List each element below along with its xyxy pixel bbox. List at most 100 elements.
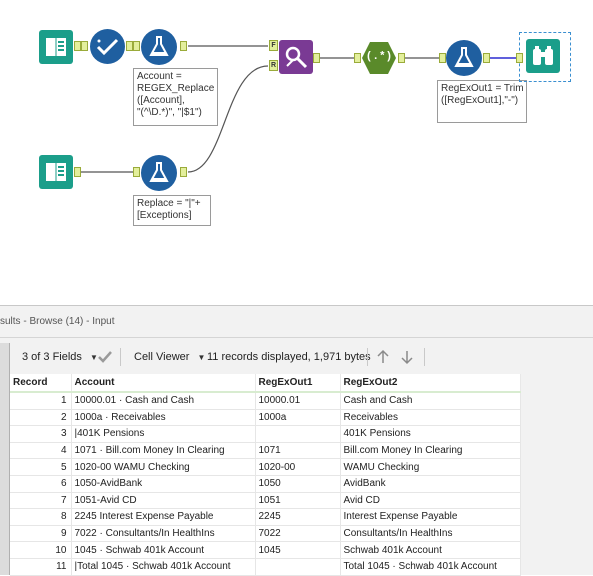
formula-tool-input-anchor[interactable] <box>133 41 140 51</box>
account-cell[interactable]: 1000a · Receivables <box>71 409 256 427</box>
account-cell[interactable]: 2245 Interest Expense Payable <box>71 508 256 526</box>
formula-annotation-trim: RegExOut1 = Trim ([RegExOut1],"-") <box>437 80 527 123</box>
record-cell[interactable]: 2 <box>10 409 72 427</box>
regexout2-cell[interactable]: Interest Expense Payable <box>340 508 521 526</box>
scroll-down-button[interactable] <box>400 344 414 370</box>
results-side-strip[interactable] <box>0 343 10 575</box>
annotation-line: RegExOut1 = Trim <box>441 83 524 94</box>
find-anchor[interactable]: F <box>269 40 278 51</box>
formula-tool-2-output-anchor[interactable] <box>180 167 187 177</box>
regexout2-cell[interactable]: Total 1045 · Schwab 401k Account <box>340 558 521 576</box>
formula-tool-trim[interactable] <box>446 40 482 76</box>
find-replace-tool[interactable] <box>279 40 313 74</box>
regexout2-cell[interactable]: Bill.com Money In Clearing <box>340 442 521 460</box>
replace-anchor[interactable]: R <box>269 60 278 71</box>
regexout2-cell[interactable]: Consultants/In HealthIns <box>340 525 521 543</box>
record-cell[interactable]: 3 <box>10 425 72 443</box>
regexout1-cell[interactable]: 1000a <box>255 409 341 427</box>
regexout1-cell[interactable] <box>255 425 341 443</box>
down-arrow-icon <box>401 351 413 365</box>
regexout1-cell[interactable]: 1050 <box>255 475 341 493</box>
regexout1-cell[interactable] <box>255 558 341 576</box>
regexout1-cell[interactable]: 1071 <box>255 442 341 460</box>
formula-tool-output-anchor[interactable] <box>180 41 187 51</box>
account-cell[interactable]: 7022 · Consultants/In HealthIns <box>71 525 256 543</box>
input-tool-accounts[interactable] <box>39 30 73 64</box>
formula-tool-2-input-anchor[interactable] <box>133 167 140 177</box>
table-row[interactable]: 5 1020-00 WAMU Checking 1020-00 WAMU Checki… <box>10 458 521 476</box>
table-row[interactable]: 9 7022 · Consultants/In HealthIns 7022 Cons… <box>10 525 521 543</box>
record-cell[interactable]: 11 <box>10 558 72 576</box>
record-cell[interactable]: 7 <box>10 492 72 510</box>
regex-tool-output-anchor[interactable] <box>398 53 405 63</box>
checkmark-icon <box>98 351 112 363</box>
regexout2-cell[interactable]: AvidBank <box>340 475 521 493</box>
find-replace-output-anchor[interactable] <box>313 53 320 63</box>
regexout1-cell[interactable]: 1051 <box>255 492 341 510</box>
regexout1-cell[interactable]: 1020-00 <box>255 458 341 476</box>
regexout1-cell[interactable]: 10000.01 <box>255 392 341 410</box>
regexout2-cell[interactable]: Cash and Cash <box>340 392 521 410</box>
select-tool[interactable] <box>90 29 125 64</box>
record-cell[interactable]: 9 <box>10 525 72 543</box>
column-header-account[interactable]: Account <box>71 374 256 393</box>
regexout2-cell[interactable]: Schwab 401k Account <box>340 541 521 559</box>
record-cell[interactable]: 1 <box>10 392 72 410</box>
account-cell[interactable]: |Total 1045 · Schwab 401k Account <box>71 558 256 576</box>
formula-tool-account[interactable] <box>141 29 177 65</box>
column-header-record[interactable]: Record <box>10 374 72 393</box>
fields-dropdown[interactable]: 3 of 3 Fields ▼ <box>22 344 98 370</box>
workflow-canvas[interactable]: Account = REGEX_Replace ([Account], "(^\… <box>0 0 593 305</box>
annotation-line: ([Account], <box>137 95 185 106</box>
formula-tool-3-output-anchor[interactable] <box>483 53 490 63</box>
account-cell[interactable]: 10000.01 · Cash and Cash <box>71 392 256 410</box>
account-cell[interactable]: 1045 · Schwab 401k Account <box>71 541 256 559</box>
regex-tool-input-anchor[interactable] <box>354 53 361 63</box>
record-cell[interactable]: 5 <box>10 458 72 476</box>
regexout2-cell[interactable]: 401K Pensions <box>340 425 521 443</box>
table-row[interactable]: 8 2245 Interest Expense Payable 2245 Intere… <box>10 508 521 526</box>
regex-tool[interactable]: (.*) <box>361 40 397 76</box>
account-cell[interactable]: 1051-Avid CD <box>71 492 256 510</box>
select-tool-input-anchor[interactable] <box>81 41 88 51</box>
regexout1-cell[interactable]: 2245 <box>255 508 341 526</box>
regexout2-cell[interactable]: WAMU Checking <box>340 458 521 476</box>
record-cell[interactable]: 6 <box>10 475 72 493</box>
scroll-up-button[interactable] <box>376 344 390 370</box>
account-cell[interactable]: 1020-00 WAMU Checking <box>71 458 256 476</box>
formula-tool-3-input-anchor[interactable] <box>439 53 446 63</box>
account-cell[interactable]: 1050-AvidBank <box>71 475 256 493</box>
account-cell[interactable]: |401K Pensions <box>71 425 256 443</box>
browse-tool-input-anchor[interactable] <box>516 53 523 63</box>
regexout1-cell[interactable]: 7022 <box>255 525 341 543</box>
annotation-line: ([RegExOut1],"-") <box>441 95 519 106</box>
table-row[interactable]: 6 1050-AvidBank 1050 AvidBank <box>10 475 521 493</box>
input-tool-exceptions[interactable] <box>39 155 73 189</box>
table-row[interactable]: 10 1045 · Schwab 401k Account 1045 Schwab 4… <box>10 541 521 559</box>
table-row[interactable]: 4 1071 · Bill.com Money In Clearing 1071 Bi… <box>10 442 521 460</box>
apply-checkmark-button[interactable] <box>98 344 112 370</box>
regexout2-cell[interactable]: Avid CD <box>340 492 521 510</box>
table-row[interactable]: 2 1000a · Receivables 1000a Receivables <box>10 409 521 427</box>
record-cell[interactable]: 10 <box>10 541 72 559</box>
table-row[interactable]: 1 10000.01 · Cash and Cash 10000.01 Cash an… <box>10 392 521 410</box>
cell-viewer-dropdown[interactable]: Cell Viewer ▼ <box>134 344 205 370</box>
input-tool-output-anchor[interactable] <box>74 41 81 51</box>
account-cell[interactable]: 1071 · Bill.com Money In Clearing <box>71 442 256 460</box>
table-row[interactable]: 7 1051-Avid CD 1051 Avid CD <box>10 492 521 510</box>
column-header-regexout1[interactable]: RegExOut1 <box>255 374 341 393</box>
regexout2-cell[interactable]: Receivables <box>340 409 521 427</box>
record-cell[interactable]: 8 <box>10 508 72 526</box>
input-tool-2-output-anchor[interactable] <box>74 167 81 177</box>
records-info: 11 records displayed, 1,971 bytes <box>207 344 371 370</box>
formula-tool-replace[interactable] <box>141 155 177 191</box>
fields-dropdown-label: 3 of 3 Fields <box>22 351 82 363</box>
column-header-regexout2[interactable]: RegExOut2 <box>340 374 521 393</box>
table-row[interactable]: 11 |Total 1045 · Schwab 401k Account Total… <box>10 558 521 576</box>
browse-tool[interactable] <box>526 39 560 73</box>
regexout1-cell[interactable]: 1045 <box>255 541 341 559</box>
table-row[interactable]: 3 |401K Pensions 401K Pensions <box>10 425 521 443</box>
record-cell[interactable]: 4 <box>10 442 72 460</box>
select-tool-output-anchor[interactable] <box>126 41 133 51</box>
results-table: Record Account RegExOut1 RegExOut2 1 1000… <box>10 374 521 576</box>
